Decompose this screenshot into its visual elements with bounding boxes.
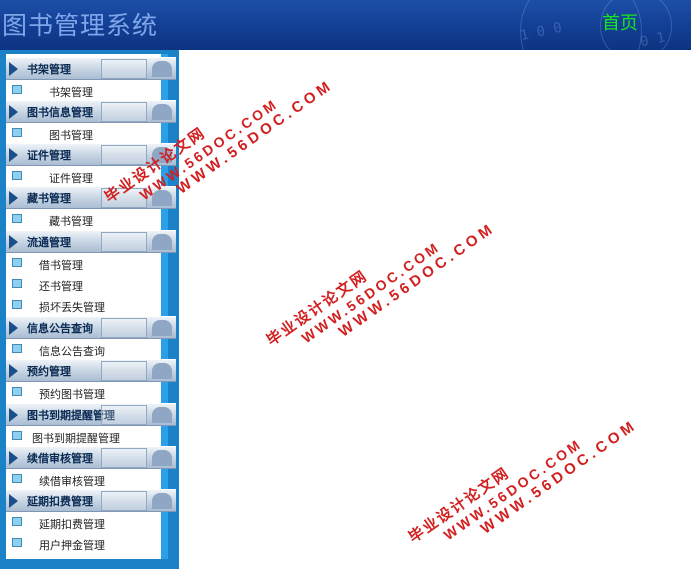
menu-group-header[interactable]: 书架管理: [6, 57, 176, 80]
bullet-icon: [12, 344, 22, 353]
bullet-icon: [12, 300, 22, 309]
menu-item[interactable]: 用户押金管理: [6, 533, 161, 553]
menu-group-header[interactable]: 图书信息管理: [6, 100, 176, 123]
arrow-icon: [9, 191, 18, 205]
watermark-cn: 毕业设计论文网: [405, 464, 513, 547]
menu-group-title: 图书信息管理: [27, 106, 93, 119]
watermark-en: WWW.56DOC.COM: [440, 435, 585, 544]
menu-group-title: 流通管理: [27, 236, 71, 249]
bullet-icon: [12, 171, 22, 180]
bullet-icon: [12, 214, 22, 223]
menu-group-title: 续借审核管理: [27, 452, 93, 465]
header-knob-decoration: [152, 493, 172, 509]
menu-group-header[interactable]: 预约管理: [6, 359, 176, 382]
menu-item-label: 续借审核管理: [39, 475, 105, 488]
menu-item[interactable]: 续借审核管理: [6, 469, 161, 489]
bullet-icon: [12, 474, 22, 483]
bullet-icon: [12, 128, 22, 137]
menu-item[interactable]: 图书到期提醒管理: [6, 426, 161, 446]
menu-group-title: 信息公告查询: [27, 322, 93, 335]
top-header: 1 0 0 0 1 图书管理系统 首页: [0, 0, 691, 50]
menu-item-label: 图书管理: [49, 129, 93, 142]
menu-item-label: 损坏丢失管理: [39, 301, 105, 314]
header-tab-decoration: [101, 102, 147, 122]
header-knob-decoration: [152, 363, 172, 379]
menu-item[interactable]: 信息公告查询: [6, 339, 161, 359]
watermark: 毕业设计论文网 WWW.56DOC.COM WWW.56DOC.COM: [262, 189, 499, 377]
app-title: 图书管理系统: [2, 11, 159, 40]
menu-group-header[interactable]: 信息公告查询: [6, 316, 176, 339]
bullet-icon: [12, 538, 22, 547]
menu-group-title: 证件管理: [27, 149, 71, 162]
arrow-icon: [9, 364, 18, 378]
header-tab-decoration: [101, 318, 147, 338]
arrow-icon: [9, 451, 18, 465]
home-link[interactable]: 首页: [602, 9, 638, 35]
menu-group-title: 预约管理: [27, 365, 71, 378]
arrow-icon: [9, 148, 18, 162]
menu-group-header[interactable]: 图书到期提醒管理: [6, 403, 176, 426]
arrow-icon: [9, 408, 18, 422]
arrow-icon: [9, 494, 18, 508]
header-tab-decoration: [101, 232, 147, 252]
bullet-icon: [12, 387, 22, 396]
menu-group-header[interactable]: 续借审核管理: [6, 446, 176, 469]
menu-group-header[interactable]: 延期扣费管理: [6, 489, 176, 512]
menu-item[interactable]: 还书管理: [6, 274, 161, 294]
sidebar-scroll-stripe: [161, 54, 168, 559]
header-tab-decoration: [101, 491, 147, 511]
menu-item[interactable]: 延期扣费管理: [6, 512, 161, 532]
menu-item-label: 借书管理: [39, 259, 83, 272]
menu-item-label: 证件管理: [49, 172, 93, 185]
watermark: 毕业设计论文网 WWW.56DOC.COM WWW.56DOC.COM: [404, 386, 641, 574]
menu-item-label: 藏书管理: [49, 215, 93, 228]
arrow-icon: [9, 321, 18, 335]
menu-item-label: 用户押金管理: [39, 539, 105, 552]
menu-item-label: 预约图书管理: [39, 388, 105, 401]
header-tab-decoration: [101, 405, 147, 425]
header-tab-decoration: [101, 59, 147, 79]
bullet-icon: [12, 85, 22, 94]
menu-group-title: 书架管理: [27, 63, 71, 76]
menu-item-label: 还书管理: [39, 280, 83, 293]
bullet-icon: [12, 431, 22, 440]
header-tab-decoration: [101, 361, 147, 381]
menu-group-header[interactable]: 流通管理: [6, 230, 176, 253]
header-knob-decoration: [152, 234, 172, 250]
watermark-en: WWW.56DOC.COM: [298, 238, 443, 347]
bullet-icon: [12, 517, 22, 526]
menu-item-label: 信息公告查询: [39, 345, 105, 358]
menu-item[interactable]: 损坏丢失管理: [6, 295, 161, 315]
menu-group-title: 藏书管理: [27, 192, 71, 205]
menu-item[interactable]: 预约图书管理: [6, 382, 161, 402]
menu-item[interactable]: 书架管理: [6, 80, 161, 100]
arrow-icon: [9, 62, 18, 76]
header-tab-decoration: [101, 448, 147, 468]
menu-group-title: 延期扣费管理: [27, 495, 93, 508]
watermark-cn: 毕业设计论文网: [263, 267, 371, 350]
arrow-icon: [9, 235, 18, 249]
menu-item-label: 书架管理: [49, 86, 93, 99]
arrow-icon: [9, 105, 18, 119]
menu-item-label: 延期扣费管理: [39, 518, 105, 531]
menu-item-label: 图书到期提醒管理: [32, 432, 120, 445]
bullet-icon: [12, 279, 22, 288]
menu-item[interactable]: 图书管理: [6, 123, 161, 143]
header-knob-decoration: [152, 61, 172, 77]
header-knob-decoration: [152, 104, 172, 120]
header-knob-decoration: [152, 407, 172, 423]
header-knob-decoration: [152, 450, 172, 466]
header-knob-decoration: [152, 320, 172, 336]
bullet-icon: [12, 258, 22, 267]
menu-item[interactable]: 借书管理: [6, 253, 161, 273]
